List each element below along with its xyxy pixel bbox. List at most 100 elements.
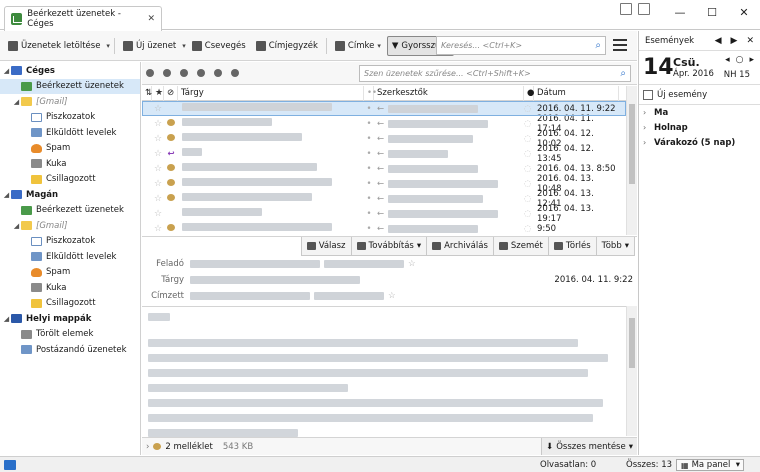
archive-button[interactable]: Archiválás xyxy=(426,237,494,256)
attachment-column-icon[interactable]: ⊘ xyxy=(164,85,178,101)
from-value[interactable] xyxy=(190,260,320,268)
folder-item[interactable]: Kuka xyxy=(0,280,140,296)
junk-status-icon[interactable]: ◌ xyxy=(524,209,534,219)
star-icon[interactable]: ☆ xyxy=(152,179,164,189)
contact-filter-icon[interactable] xyxy=(197,69,205,77)
read-dot-icon[interactable]: • xyxy=(364,224,374,234)
search-input[interactable]: Keresés... <Ctrl+K> ⌕ xyxy=(436,36,606,55)
star-icon[interactable]: ☆ xyxy=(152,209,164,219)
star-icon[interactable]: ☆ xyxy=(152,134,164,144)
folder-item[interactable]: ◢ Céges xyxy=(0,63,140,79)
tag-button[interactable]: Címke ▾ xyxy=(331,36,385,56)
folder-item[interactable]: Törölt elemek xyxy=(0,327,140,343)
column-subject[interactable]: Tárgy xyxy=(178,85,364,101)
prev-icon[interactable]: ◀ xyxy=(715,36,722,46)
reply-button[interactable]: Válasz xyxy=(300,237,352,256)
read-dot-icon[interactable]: • xyxy=(364,194,374,204)
inbox-tab[interactable]: Beérkezett üzenetek - Céges ✕ xyxy=(4,6,162,31)
junk-status-icon[interactable]: ◌ xyxy=(524,149,534,159)
junk-status-icon[interactable]: ◌ xyxy=(524,164,534,174)
junk-status-icon[interactable]: ◌ xyxy=(524,224,534,234)
read-dot-icon[interactable]: • xyxy=(364,209,374,219)
folder-item[interactable]: Csillagozott xyxy=(0,296,140,312)
new-message-dropdown[interactable]: ▾ xyxy=(182,42,186,50)
new-event-button[interactable]: Új esemény xyxy=(639,85,760,105)
tasks-icon[interactable] xyxy=(638,3,650,15)
read-dot-icon[interactable]: • xyxy=(364,164,374,174)
twisty-icon[interactable]: ◢ xyxy=(2,315,11,323)
column-author[interactable]: Szerkesztők xyxy=(374,85,524,101)
twisty-icon[interactable]: ◢ xyxy=(2,191,11,199)
to-value[interactable] xyxy=(190,292,310,300)
unread-filter-icon[interactable] xyxy=(163,69,171,77)
junk-status-icon[interactable]: ◌ xyxy=(524,194,534,204)
junk-status-icon[interactable]: ◌ xyxy=(524,104,534,114)
folder-item[interactable]: Spam xyxy=(0,141,140,157)
twisty-icon[interactable]: ◢ xyxy=(12,98,21,106)
chevron-right-icon[interactable]: › xyxy=(146,442,149,452)
next-day-icon[interactable]: ▸ xyxy=(749,55,754,65)
attachment-count[interactable]: 2 melléklet xyxy=(165,442,212,452)
read-dot-icon[interactable]: • xyxy=(364,179,374,189)
minimize-icon[interactable]: — xyxy=(664,0,696,24)
folder-item[interactable]: ◢ [Gmail] xyxy=(0,94,140,110)
new-message-button[interactable]: Új üzenet xyxy=(119,36,180,56)
message-list-scrollbar[interactable] xyxy=(626,86,637,235)
table-row[interactable]: ☆ • ← ◌ 2016. 04. 13. 19:17 xyxy=(142,204,626,224)
folder-item[interactable]: Spam xyxy=(0,265,140,281)
folder-item[interactable]: Elküldött levelek xyxy=(0,125,140,141)
folder-item[interactable]: Piszkozatok xyxy=(0,234,140,250)
close-window-icon[interactable]: ✕ xyxy=(728,0,760,24)
column-date[interactable]: Dátum xyxy=(534,85,619,101)
agenda-group[interactable]: › Várakozó (5 nap) xyxy=(639,135,760,150)
calendar-icon[interactable] xyxy=(620,3,632,15)
twisty-icon[interactable]: ◢ xyxy=(2,67,11,75)
tag-filter-icon[interactable] xyxy=(214,69,222,77)
table-row[interactable]: ☆ • ← ◌ 9:50 xyxy=(142,221,626,234)
forward-button[interactable]: Továbbítás ▾ xyxy=(350,237,428,256)
twisty-icon[interactable]: ◢ xyxy=(12,222,21,230)
folder-item[interactable]: Csillagozott xyxy=(0,172,140,188)
starred-filter-icon[interactable] xyxy=(180,69,188,77)
junk-status-icon[interactable]: ◌ xyxy=(524,119,534,129)
save-all-button[interactable]: ⬇ Összes mentése ▾ xyxy=(541,438,637,455)
read-dot-icon[interactable]: • xyxy=(364,119,374,129)
filter-messages-input[interactable]: Szen üzenetek szűrése... <Ctrl+Shift+K> … xyxy=(359,65,631,82)
read-dot-icon[interactable]: • xyxy=(364,134,374,144)
junk-button[interactable]: Szemét xyxy=(492,237,549,256)
app-menu-icon[interactable] xyxy=(613,39,627,51)
folder-item[interactable]: ◢ [Gmail] xyxy=(0,218,140,234)
folder-item[interactable]: Elküldött levelek xyxy=(0,249,140,265)
read-dot-icon[interactable]: • xyxy=(364,104,374,114)
scrollbar-thumb[interactable] xyxy=(629,104,635,184)
attachment-filter-icon[interactable] xyxy=(231,69,239,77)
message-body-scrollbar[interactable] xyxy=(626,306,637,436)
today-icon[interactable]: ○ xyxy=(736,55,744,65)
more-button[interactable]: Több ▾ xyxy=(595,237,635,256)
star-icon[interactable]: ☆ xyxy=(152,164,164,174)
folder-item[interactable]: Postázandó üzenetek xyxy=(0,342,140,358)
address-book-button[interactable]: Címjegyzék xyxy=(252,36,322,56)
next-icon[interactable]: ▶ xyxy=(731,36,738,46)
junk-column-icon[interactable]: ● xyxy=(524,85,534,101)
online-status-icon[interactable] xyxy=(4,459,16,470)
close-icon[interactable]: ✕ xyxy=(147,14,155,24)
star-icon[interactable]: ☆ xyxy=(152,104,164,114)
table-row[interactable]: ☆ ↩ • ← ◌ 2016. 04. 12. 13:45 xyxy=(142,144,626,164)
get-messages-dropdown[interactable]: ▾ xyxy=(106,42,110,50)
star-icon[interactable]: ☆ xyxy=(152,149,164,159)
folder-item[interactable]: ◢ Magán xyxy=(0,187,140,203)
folder-item[interactable]: Beérkezett üzenetek xyxy=(0,203,140,219)
star-column-icon[interactable]: ★ xyxy=(152,85,164,101)
delete-button[interactable]: Törlés xyxy=(547,237,597,256)
star-icon[interactable]: ☆ xyxy=(152,224,164,234)
thread-column-icon[interactable]: ⇅ xyxy=(142,85,152,101)
close-icon[interactable]: ✕ xyxy=(746,36,754,46)
maximize-icon[interactable]: ☐ xyxy=(696,0,728,24)
folder-item[interactable]: Piszkozatok xyxy=(0,110,140,126)
pin-icon[interactable] xyxy=(146,69,154,77)
get-messages-button[interactable]: Üzenetek letöltése xyxy=(4,36,104,56)
star-icon[interactable]: ☆ xyxy=(388,291,396,301)
folder-item[interactable]: Kuka xyxy=(0,156,140,172)
folder-item[interactable]: ◢ Helyi mappák xyxy=(0,311,140,327)
